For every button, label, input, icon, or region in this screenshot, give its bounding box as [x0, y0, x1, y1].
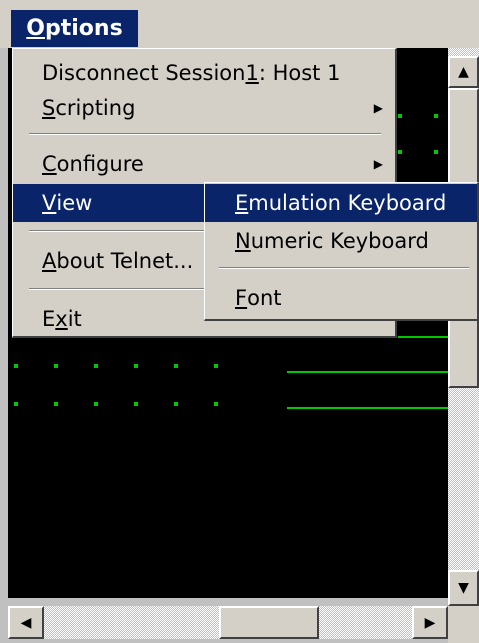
- submenu-item-numeric-keyboard[interactable]: Numeric Keyboard: [205, 222, 477, 260]
- menu-options-label: ptions: [45, 16, 123, 41]
- scroll-up-icon: ▲: [458, 64, 469, 80]
- menu-item-mnemonic: S: [42, 96, 56, 120]
- scroll-right-icon: ▶: [424, 614, 436, 631]
- menu-item-label: mulation Keyboard: [248, 191, 447, 215]
- terminal-dot: [134, 364, 138, 368]
- menu-item-label: it: [67, 307, 82, 331]
- terminal-dot: [174, 364, 178, 368]
- terminal-dot: [14, 402, 18, 406]
- menu-item-label: umeric Keyboard: [250, 229, 429, 253]
- terminal-line: [398, 336, 448, 338]
- menu-options[interactable]: Options: [11, 10, 138, 47]
- menu-item-mnemonic: C: [42, 152, 57, 176]
- menu-item-mnemonic: 1: [245, 61, 259, 85]
- menu-item-mnemonic: F: [235, 286, 248, 310]
- terminal-dot: [398, 150, 402, 154]
- menu-item-label: bout Telnet...: [56, 249, 194, 273]
- menu-item-label: ont: [247, 286, 282, 310]
- terminal-dot: [434, 150, 438, 154]
- submenu-arrow-icon: ▶: [373, 101, 383, 115]
- submenu-arrow-icon: ▶: [373, 157, 383, 171]
- menu-item-mnemonic: E: [235, 191, 249, 215]
- terminal-line: [287, 407, 448, 409]
- terminal-dot: [214, 402, 218, 406]
- terminal-dot: [54, 402, 58, 406]
- menu-separator: [219, 267, 469, 269]
- submenu-item-emulation-keyboard[interactable]: Emulation Keyboard: [205, 184, 477, 222]
- menu-item-label: iew: [56, 191, 93, 215]
- submenu-item-font[interactable]: Font: [205, 279, 477, 317]
- terminal-dot: [14, 364, 18, 368]
- terminal-dot: [54, 364, 58, 368]
- terminal-dot: [94, 364, 98, 368]
- terminal-dot: [94, 402, 98, 406]
- menu-item-configure[interactable]: Configure ▶: [13, 145, 395, 183]
- menu-item-label: onfigure: [56, 152, 144, 176]
- scroll-left-button[interactable]: ◀: [8, 606, 44, 639]
- terminal-dot: [214, 364, 218, 368]
- size-grip: [448, 606, 479, 643]
- menu-item-label: E: [42, 307, 56, 331]
- menu-item-mnemonic: V: [42, 191, 57, 215]
- scroll-down-icon: ▼: [458, 580, 469, 596]
- menu-item-mnemonic: A: [42, 249, 57, 273]
- menu-item-label: : Host 1: [258, 61, 341, 85]
- menu-separator: [29, 133, 381, 135]
- scroll-up-button[interactable]: ▲: [448, 56, 479, 88]
- menu-item-label: cripting: [55, 96, 136, 120]
- horizontal-scroll-thumb[interactable]: [219, 606, 319, 639]
- view-submenu: Emulation Keyboard Numeric Keyboard Font: [204, 182, 479, 321]
- terminal-dot: [398, 114, 402, 118]
- terminal-dot: [134, 402, 138, 406]
- terminal-dot: [434, 114, 438, 118]
- menu-bar: Options: [0, 0, 479, 48]
- menu-item-mnemonic: x: [55, 307, 68, 331]
- menu-item-disconnect-session[interactable]: Disconnect Session 1: Host 1: [13, 54, 395, 92]
- scroll-down-button[interactable]: ▼: [448, 570, 479, 606]
- scroll-left-icon: ◀: [20, 614, 32, 631]
- menu-item-mnemonic: N: [235, 229, 251, 253]
- menu-options-mnemonic: O: [26, 16, 45, 41]
- menu-item-label: Disconnect Session: [42, 61, 246, 85]
- terminal-line: [287, 371, 448, 373]
- terminal-dot: [174, 402, 178, 406]
- menu-item-scripting[interactable]: Scripting ▶: [13, 89, 395, 127]
- scroll-right-button[interactable]: ▶: [412, 606, 448, 639]
